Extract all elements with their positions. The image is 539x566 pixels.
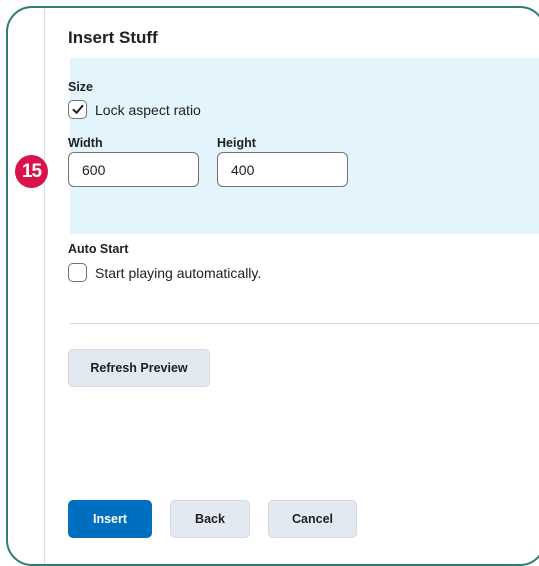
insert-button[interactable]: Insert: [68, 500, 152, 538]
auto-start-checkbox[interactable]: [68, 263, 87, 282]
left-border-rule: [44, 8, 45, 564]
refresh-preview-button[interactable]: Refresh Preview: [68, 349, 210, 387]
height-input[interactable]: [217, 152, 348, 187]
lock-aspect-checkbox[interactable]: [68, 100, 87, 119]
step-number-badge: 15: [15, 155, 48, 188]
auto-start-heading: Auto Start: [68, 242, 129, 256]
width-label: Width: [68, 136, 103, 150]
checkmark-icon: [72, 104, 83, 114]
back-button[interactable]: Back: [170, 500, 250, 538]
screenshot-frame: Insert Stuff Size Lock aspect ratio Widt…: [6, 6, 539, 566]
size-heading: Size: [68, 80, 94, 94]
lock-aspect-label: Lock aspect ratio: [95, 102, 201, 118]
cancel-button[interactable]: Cancel: [268, 500, 357, 538]
panel-title: Insert Stuff: [68, 28, 158, 47]
section-divider: [70, 323, 539, 324]
size-section-highlight: [70, 58, 539, 234]
auto-start-label: Start playing automatically.: [95, 265, 262, 281]
width-input[interactable]: [68, 152, 199, 187]
height-label: Height: [217, 136, 256, 150]
